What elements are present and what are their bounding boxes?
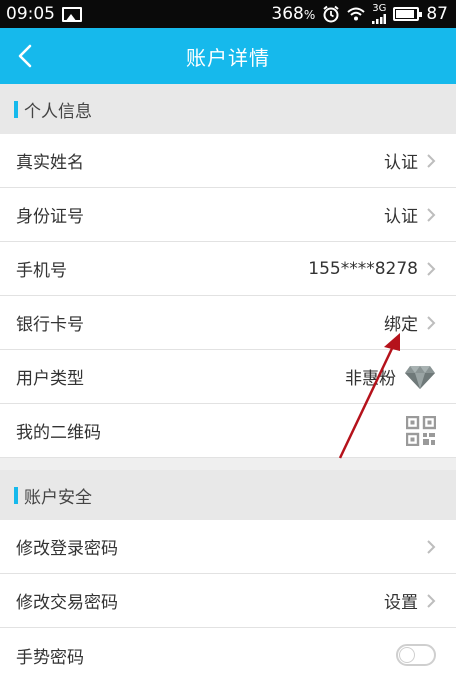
row-value: 绑定	[384, 315, 418, 335]
row-right: 认证	[384, 202, 436, 227]
section-marker	[14, 486, 18, 504]
chevron-right-icon	[427, 315, 436, 330]
section-marker	[14, 100, 18, 118]
network-speed: 368%	[271, 4, 315, 24]
section-title-personal: 个人信息	[24, 101, 92, 122]
diamond-icon	[405, 365, 435, 389]
row-id-number[interactable]: 身份证号 认证	[0, 188, 456, 242]
signal-bars-icon	[372, 14, 387, 24]
row-value: 非惠粉	[345, 369, 396, 389]
row-label: 用户类型	[16, 369, 84, 389]
row-right	[396, 644, 436, 666]
signal-icon: 3G	[372, 4, 386, 24]
back-button[interactable]	[0, 28, 50, 84]
status-time: 09:05	[6, 4, 55, 24]
row-label: 修改交易密码	[16, 593, 118, 613]
toggle-knob	[399, 647, 415, 663]
network-speed-unit: %	[303, 8, 316, 22]
row-label: 银行卡号	[16, 315, 84, 335]
network-speed-value: 368	[271, 4, 304, 24]
row-right: 认证	[384, 148, 436, 173]
battery-fill	[396, 10, 414, 18]
row-bank-card[interactable]: 银行卡号 绑定	[0, 296, 456, 350]
alarm-icon	[323, 5, 339, 23]
section-title-security: 账户安全	[24, 487, 92, 508]
row-change-trade-password[interactable]: 修改交易密码 设置	[0, 574, 456, 628]
qr-code-icon	[406, 415, 436, 446]
row-change-login-password[interactable]: 修改登录密码	[0, 520, 456, 574]
row-value: 认证	[384, 153, 418, 173]
wifi-icon	[347, 7, 365, 21]
battery-level: 87	[426, 4, 448, 24]
row-label: 我的二维码	[16, 423, 101, 443]
row-right	[406, 415, 436, 446]
row-right: 非惠粉	[345, 364, 436, 390]
row-qr-code[interactable]: 我的二维码	[0, 404, 456, 458]
row-right: 155****8278	[308, 259, 436, 279]
section-header-personal: 个人信息	[0, 84, 456, 134]
row-label: 修改登录密码	[16, 539, 118, 559]
row-label: 真实姓名	[16, 153, 84, 173]
page-title: 账户详情	[186, 45, 270, 70]
gesture-password-toggle[interactable]	[396, 644, 436, 666]
row-label: 手机号	[16, 261, 67, 281]
chevron-left-icon	[18, 44, 32, 68]
image-icon	[62, 6, 82, 22]
chevron-right-icon	[427, 207, 436, 222]
chevron-right-icon	[427, 593, 436, 608]
section-spacer	[0, 458, 456, 470]
row-value: 认证	[384, 207, 418, 227]
status-bar: 09:05 368% 3G 87	[0, 0, 456, 28]
row-real-name[interactable]: 真实姓名 认证	[0, 134, 456, 188]
row-right: 绑定	[384, 310, 436, 335]
chevron-right-icon	[427, 153, 436, 168]
row-right: 设置	[384, 588, 436, 613]
row-label: 手势密码	[16, 647, 84, 668]
row-gesture-password: 手势密码	[0, 628, 456, 681]
row-label: 身份证号	[16, 207, 84, 227]
row-phone[interactable]: 手机号 155****8278	[0, 242, 456, 296]
screen: 09:05 368% 3G 87 账户详情 个人信息 真实姓名 认证 身份证号 …	[0, 0, 456, 681]
status-right: 368% 3G 87	[271, 4, 448, 24]
app-header: 账户详情	[0, 28, 456, 84]
row-user-type: 用户类型 非惠粉	[0, 350, 456, 404]
chevron-right-icon	[427, 261, 436, 276]
row-right	[426, 539, 436, 555]
signal-label: 3G	[372, 3, 387, 14]
row-value: 155****8278	[308, 258, 418, 279]
chevron-right-icon	[427, 539, 436, 554]
battery-icon	[393, 7, 423, 21]
status-left: 09:05	[6, 4, 82, 24]
row-value: 设置	[384, 593, 418, 613]
section-header-security: 账户安全	[0, 470, 456, 520]
